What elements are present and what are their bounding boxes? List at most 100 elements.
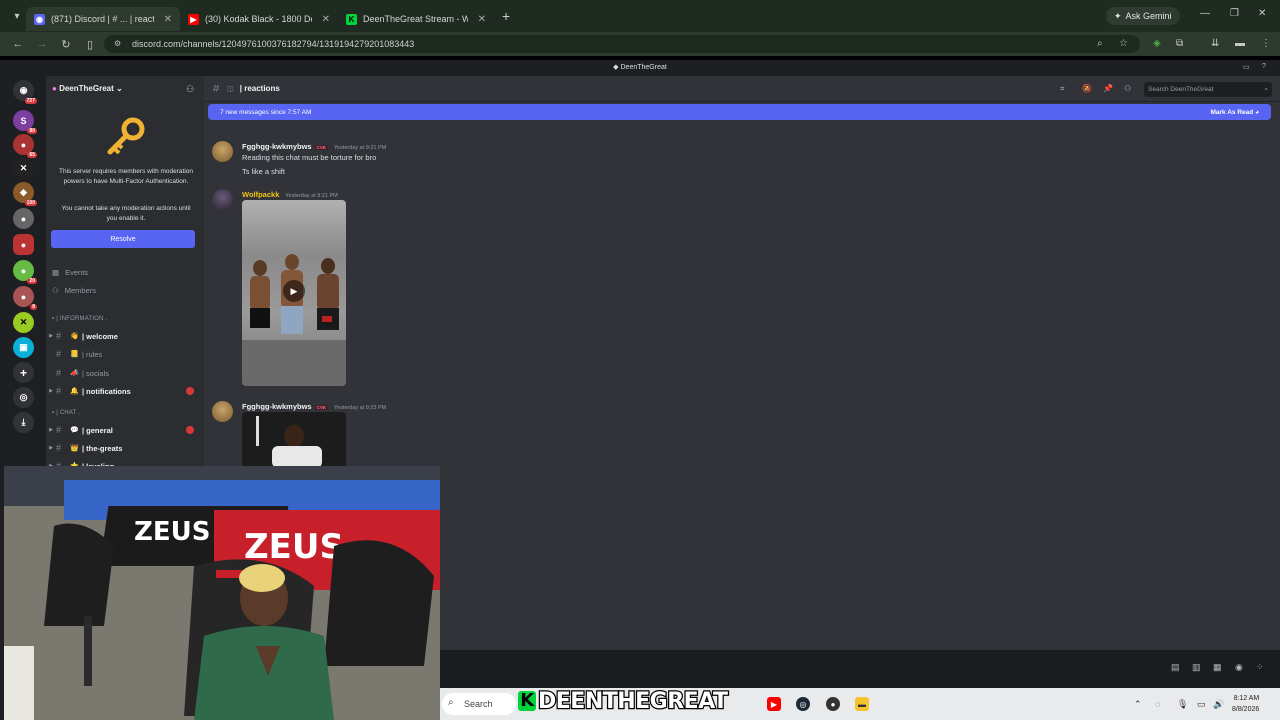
discord-titlebar: ◆ DeenTheGreat — [0, 60, 1280, 76]
inbox-icon[interactable]: ▭ — [1243, 63, 1250, 71]
minimize-icon[interactable]: — — [1200, 8, 1210, 19]
help-icon[interactable]: ? — [1262, 63, 1266, 70]
member-list-icon[interactable]: ⚇ — [1124, 84, 1131, 93]
role-tag: CVE — [314, 405, 328, 410]
close-window-icon[interactable]: ✕ — [1258, 8, 1266, 19]
app-icon[interactable]: ● — [826, 697, 840, 711]
download-apps-icon[interactable]: ⤓ — [13, 412, 34, 433]
events-item[interactable]: ▦ Events — [52, 268, 88, 277]
category-label: | INFORMATION . — [56, 316, 108, 322]
channel-the-greats[interactable]: ▶ # 👑 | the-greats — [46, 441, 202, 455]
forward-icon[interactable]: → — [30, 38, 54, 50]
members-icon: ⚇ — [52, 286, 59, 295]
invite-people-icon[interactable]: ⚇ — [186, 84, 194, 95]
channel-socials[interactable]: # 📣 | socials — [46, 366, 202, 380]
server-deenthegreat-icon[interactable]: ● — [13, 234, 34, 255]
video-attachment[interactable]: ▶ — [242, 200, 346, 386]
close-tab-icon[interactable]: ✕ — [322, 14, 330, 25]
extension-icon[interactable]: ◈ — [1153, 38, 1161, 49]
avatar[interactable] — [212, 189, 233, 210]
steam-app-icon[interactable]: ◎ — [796, 697, 810, 711]
timestamp: Yesterday at 9:21 PM — [333, 145, 387, 151]
play-icon[interactable]: ▶ — [283, 280, 305, 302]
server-icon[interactable]: ● 65 — [13, 134, 37, 158]
unread-arrow-icon: ▶ — [49, 427, 53, 433]
server-icon[interactable]: ● 8 — [13, 286, 37, 310]
discover-icon[interactable]: ◎ — [13, 387, 34, 408]
tab-title: DeenTheGreat Stream - Watch — [363, 14, 468, 24]
avatar[interactable] — [212, 141, 233, 162]
window-title: DeenTheGreat — [620, 64, 667, 71]
tab-search-menu-icon[interactable]: ▾ — [8, 7, 26, 25]
zoom-icon[interactable]: ⌕ — [1097, 38, 1103, 49]
taskbar-search[interactable]: ⌕ Search — [442, 693, 516, 715]
category-chat[interactable]: ▪ | CHAT . — [52, 410, 80, 416]
ask-gemini-button[interactable]: ✦ Ask Gemini — [1106, 7, 1180, 25]
youtube-app-icon[interactable]: ▶ — [767, 697, 781, 711]
screen-share-icon[interactable]: ▤ — [1171, 662, 1180, 673]
notification-settings-icon[interactable]: 🔕 — [1082, 84, 1092, 93]
channel-notifications[interactable]: ▶ # 🔔 | notifications — [46, 384, 202, 398]
restore-icon[interactable]: ❐ — [1230, 8, 1239, 19]
side-panel-icon[interactable]: ▯ — [78, 38, 102, 51]
server-icon[interactable]: ▣ — [13, 337, 34, 358]
image-attachment[interactable] — [242, 412, 346, 468]
server-icon[interactable]: ✕ — [13, 312, 34, 333]
new-tab-button[interactable]: + — [502, 8, 510, 24]
gift-icon[interactable]: ▦ — [1213, 662, 1222, 673]
show-hidden-icons-icon[interactable]: ⌃ — [1134, 699, 1142, 710]
avatar[interactable] — [212, 401, 233, 422]
browser-tab-strip: ▾ ◉ (871) Discord | # ... | reactions ✕ … — [0, 0, 1280, 32]
server-icon[interactable]: ✕ — [13, 158, 34, 179]
server-icon[interactable]: S 80 — [13, 110, 37, 134]
emoji-icon[interactable]: ◉ — [1235, 662, 1243, 673]
add-server-icon[interactable]: + — [13, 362, 34, 383]
channel-welcome[interactable]: ▶ # 👋 | welcome — [46, 329, 202, 343]
hash-icon: # — [56, 368, 62, 378]
wifi-icon[interactable]: ▭ — [1197, 699, 1206, 710]
new-messages-bar[interactable]: 7 new messages since 7:57 AM Mark As Rea… — [208, 104, 1271, 120]
address-bar[interactable]: ⚙ discord.com/channels/12049761003761827… — [104, 35, 1140, 53]
channel-title: | reactions — [239, 84, 280, 93]
close-tab-icon[interactable]: ✕ — [164, 14, 172, 25]
members-item[interactable]: ⚇ Members — [52, 286, 96, 295]
tab-kick[interactable]: K DeenTheGreat Stream - Watch ✕ — [338, 7, 494, 31]
message-author[interactable]: Fgghgg-kwkmybws CVE Yesterday at 9:21 PM — [242, 142, 386, 151]
volume-icon[interactable]: 🔊 — [1213, 699, 1224, 710]
downloads-icon[interactable]: ⇊ — [1211, 38, 1219, 49]
unread-arrow-icon: ▶ — [49, 445, 53, 451]
file-explorer-icon[interactable]: ▬ — [855, 697, 869, 711]
reload-icon[interactable]: ↻ — [54, 38, 78, 51]
system-clock[interactable]: 8:12 AM 8/8/2026 — [1232, 693, 1259, 715]
server-icon[interactable]: ◆ 100 — [13, 182, 37, 206]
message-author[interactable]: Fgghgg-kwkmybws CVE Yesterday at 9:23 PM — [242, 402, 386, 411]
server-icon[interactable]: ● — [13, 208, 34, 229]
back-icon[interactable]: ← — [6, 38, 30, 50]
channel-rules[interactable]: # 📒 | rules — [46, 347, 202, 361]
tab-youtube[interactable]: ▶ (30) Kodak Black - 1800 Degrees ✕ — [180, 7, 338, 31]
message-author[interactable]: Wolfpackk Yesterday at 9:21 PM — [242, 190, 338, 199]
server-header[interactable]: ● DeenTheGreat ⌄ — [52, 84, 123, 93]
youtube-icon: ▶ — [188, 13, 199, 25]
direct-messages-icon[interactable]: ◉ 727 — [13, 80, 37, 104]
network-app-icon[interactable]: ◌ — [1155, 699, 1160, 709]
mark-as-read-button[interactable]: Mark As Read ◕ — [1211, 109, 1260, 116]
tab-discord[interactable]: ◉ (871) Discord | # ... | reactions ✕ — [26, 7, 180, 31]
pinned-messages-icon[interactable]: 📌 — [1103, 84, 1113, 93]
close-tab-icon[interactable]: ✕ — [478, 14, 486, 25]
bookmark-star-icon[interactable]: ☆ — [1119, 38, 1128, 49]
key-icon — [107, 117, 145, 155]
microphone-icon[interactable]: 🎙 — [1177, 699, 1188, 710]
browser-menu-icon[interactable]: ⋮ — [1261, 38, 1271, 49]
server-icon[interactable]: ● 20 — [13, 260, 37, 284]
threads-icon[interactable]: ⌗ — [1060, 84, 1065, 94]
extensions-puzzle-icon[interactable]: ⧉ — [1176, 38, 1183, 49]
category-information[interactable]: ▪ | INFORMATION . — [52, 316, 107, 322]
activity-icon[interactable]: ▥ — [1192, 662, 1201, 673]
apps-icon[interactable]: ⁘ — [1256, 662, 1264, 673]
site-info-icon[interactable]: ⚙ — [114, 39, 121, 48]
channel-general[interactable]: ▶ # 💬 | general — [46, 423, 202, 437]
resolve-button[interactable]: Resolve — [51, 230, 195, 248]
search-input[interactable]: Search DeenTheGreat ⌕ — [1144, 82, 1272, 97]
profile-icon[interactable]: ▬ — [1235, 38, 1245, 49]
